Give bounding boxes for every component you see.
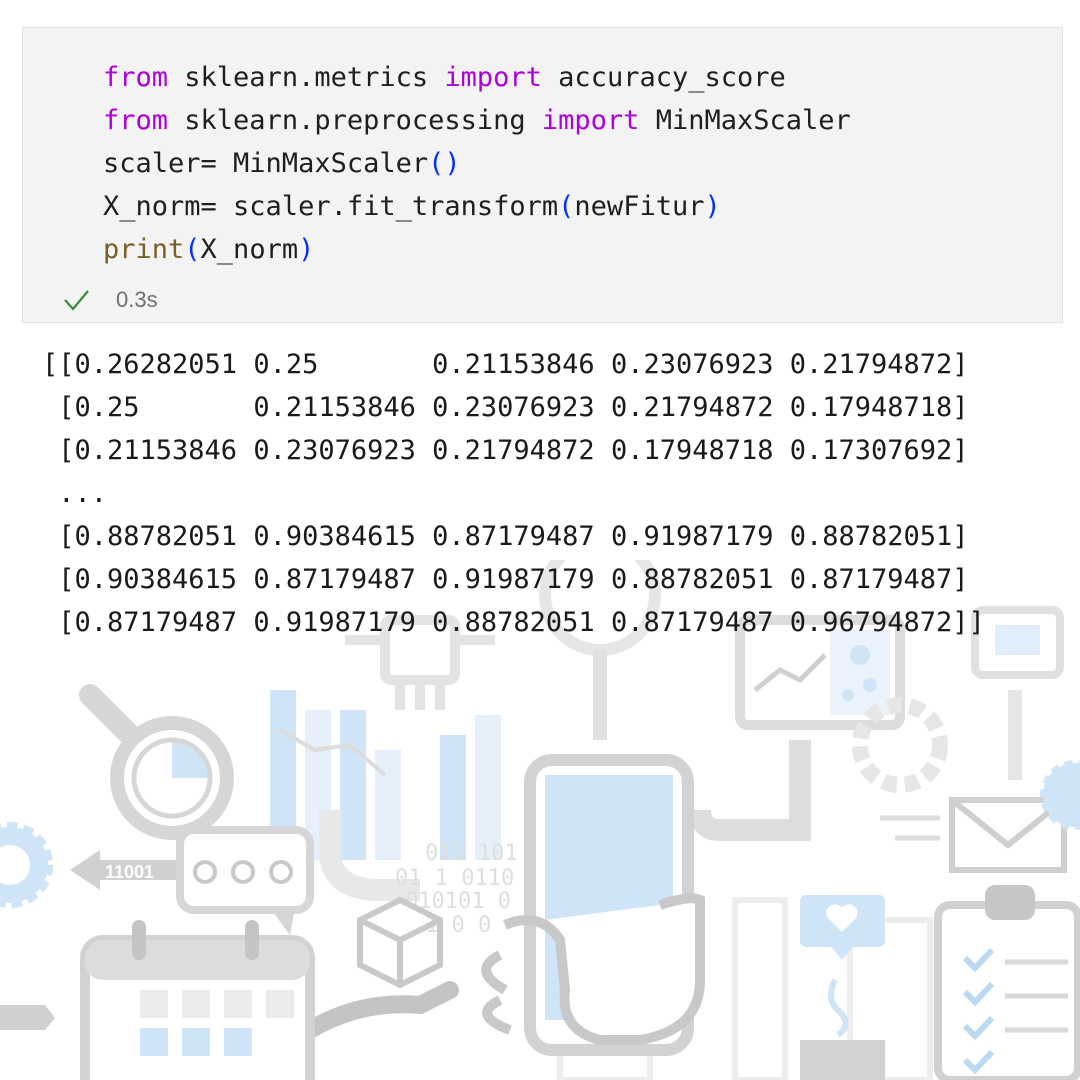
output-line: ... <box>42 478 108 509</box>
output-line: [0.25 0.21153846 0.23076923 0.21794872 0… <box>42 392 969 423</box>
binary-digits: 011 101 01 1 0110 010101 0 1 0 0 <box>395 841 518 938</box>
code-line[interactable]: from sklearn.metrics import accuracy_sco… <box>103 56 851 99</box>
binary-arrow: 11001 <box>70 850 180 890</box>
code-cell[interactable]: from sklearn.metrics import accuracy_sco… <box>22 27 1063 323</box>
code-token: sklearn.metrics <box>168 62 445 93</box>
svg-text:11001: 11001 <box>105 862 154 882</box>
cell-output: [[0.26282051 0.25 0.21153846 0.23076923 … <box>42 343 985 644</box>
code-token: ( <box>184 234 201 265</box>
code-line[interactable]: scaler= MinMaxScaler() <box>103 142 851 185</box>
output-line: [0.21153846 0.23076923 0.21794872 0.1794… <box>42 435 969 466</box>
code-line[interactable]: print(X_norm) <box>103 228 851 271</box>
heart-bubble-icon <box>800 895 885 960</box>
code-line[interactable]: from sklearn.preprocessing import MinMax… <box>103 99 851 142</box>
svg-text:011 101: 011 101 <box>425 841 518 866</box>
code-token: import <box>444 62 542 93</box>
magnifier-icon <box>79 684 234 840</box>
check-icon <box>64 290 89 311</box>
calendar-icon <box>80 920 315 1080</box>
code-token: scaler= MinMaxScaler <box>103 148 429 179</box>
smartphone-icon <box>481 754 705 1056</box>
execution-time: 0.3s <box>116 287 158 312</box>
code-token: X_norm= scaler.fit_transform <box>103 191 559 222</box>
code-token: () <box>428 148 461 179</box>
cube-icon <box>357 896 443 989</box>
code-line[interactable]: X_norm= scaler.fit_transform(newFitur) <box>103 185 851 228</box>
svg-text:01 1 0110: 01 1 0110 <box>395 866 514 891</box>
output-line: [0.87179487 0.91987179 0.88782051 0.8717… <box>42 607 985 638</box>
code-token: print <box>103 234 185 265</box>
code-token: from <box>103 62 169 93</box>
code-editor[interactable]: from sklearn.metrics import accuracy_sco… <box>103 56 851 271</box>
code-token: ) <box>298 234 315 265</box>
code-token: ( <box>558 191 575 222</box>
code-token: ) <box>704 191 721 222</box>
output-line: [[0.26282051 0.25 0.21153846 0.23076923 … <box>42 349 969 380</box>
code-token: from <box>103 105 169 136</box>
run-status: 0.3s <box>61 280 158 320</box>
output-line: [0.90384615 0.87179487 0.91987179 0.8878… <box>42 564 969 595</box>
code-token: accuracy_score <box>541 62 786 93</box>
clipboard-icon <box>934 885 1080 1080</box>
code-token: newFitur <box>574 191 705 222</box>
chat-bubble-icon <box>176 826 314 935</box>
code-token: X_norm <box>200 234 299 265</box>
code-token: sklearn.preprocessing <box>168 105 542 136</box>
code-token: MinMaxScaler <box>639 105 851 136</box>
code-token: import <box>541 105 640 136</box>
output-line: [0.88782051 0.90384615 0.87179487 0.9198… <box>42 521 969 552</box>
coffee-cup-icon <box>800 978 885 1080</box>
